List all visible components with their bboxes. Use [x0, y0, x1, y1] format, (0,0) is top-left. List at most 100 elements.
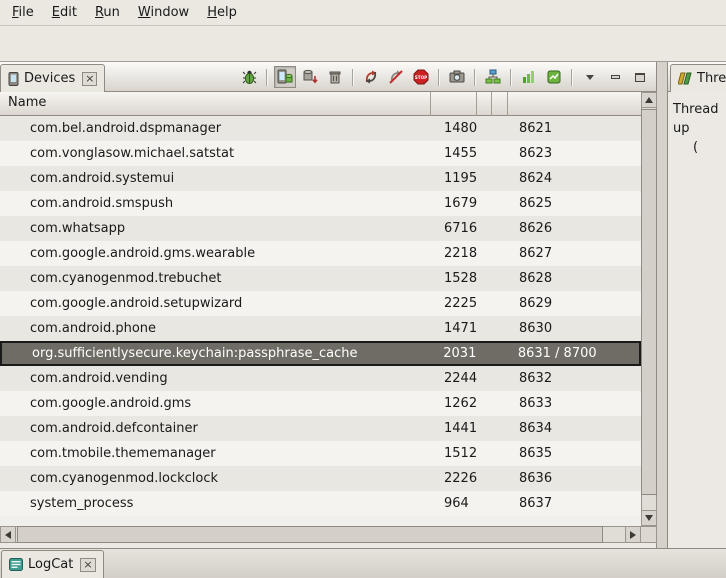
process-pid: 20311	[430, 346, 476, 361]
view-hierarchy-icon[interactable]	[482, 66, 504, 88]
process-name: com.cyanogenmod.lockclock	[0, 471, 431, 486]
tab-threads[interactable]: Threads	[670, 64, 726, 92]
process-port: 8629	[508, 296, 641, 311]
table-row[interactable]: com.cyanogenmod.lockclock222658636	[0, 466, 641, 491]
process-pid: 22185	[431, 246, 477, 261]
arrow-right-icon	[630, 531, 636, 539]
gc-icon[interactable]	[324, 66, 346, 88]
panel-sash[interactable]	[658, 62, 667, 548]
table-row[interactable]: com.whatsapp67168626	[0, 216, 641, 241]
tab-devices[interactable]: Devices ×	[0, 64, 105, 92]
horizontal-scrollbar[interactable]	[0, 526, 641, 543]
process-port: 8636	[508, 471, 641, 486]
capture-systrace-icon[interactable]	[543, 66, 565, 88]
scroll-left-button[interactable]	[0, 526, 16, 543]
process-port: 8625	[508, 196, 641, 211]
process-pid: 14553	[431, 146, 477, 161]
process-name: com.android.smspush	[0, 196, 431, 211]
devices-panel: Devices × STOP Name com.bel.android.dspm…	[0, 62, 657, 548]
threads-panel: Threads Thread up (	[667, 62, 726, 548]
table-row[interactable]: com.cyanogenmod.trebuchet15288628	[0, 266, 641, 291]
process-name: com.android.phone	[0, 321, 431, 336]
menu-item-help[interactable]: Help	[198, 2, 246, 24]
screen-capture-icon[interactable]	[446, 66, 468, 88]
close-icon[interactable]: ×	[80, 558, 95, 572]
table-row[interactable]: com.google.android.gms.wearable221858627	[0, 241, 641, 266]
scrollbar-corner	[641, 526, 657, 543]
toolbar-separator	[474, 69, 476, 86]
column-header-port[interactable]	[508, 92, 641, 116]
update-threads-icon[interactable]	[360, 66, 382, 88]
table-row[interactable]: com.google.android.gms126238633	[0, 391, 641, 416]
stop-thread-updates-icon[interactable]	[385, 66, 407, 88]
process-port: 8621	[508, 121, 641, 136]
scroll-down-button[interactable]	[641, 510, 657, 526]
start-method-profiling-icon[interactable]	[518, 66, 540, 88]
process-name: com.android.systemui	[0, 171, 431, 186]
process-pid: 1679	[431, 196, 477, 211]
debug-icon[interactable]	[238, 66, 260, 88]
toolbar-separator	[571, 69, 573, 86]
tab-logcat-label: LogCat	[28, 557, 73, 572]
process-port: 8637	[508, 496, 641, 511]
column-header-name[interactable]: Name	[0, 92, 431, 116]
process-name: com.google.android.gms	[0, 396, 431, 411]
table-row[interactable]: com.android.defcontainer144118634	[0, 416, 641, 441]
tab-logcat[interactable]: LogCat ×	[1, 550, 104, 578]
table-header: Name	[0, 92, 641, 116]
vertical-scrollbar[interactable]	[641, 92, 657, 526]
process-pid: 1480	[431, 121, 477, 136]
table-row[interactable]: com.vonglasow.michael.satstat145538623	[0, 141, 641, 166]
column-header-pid[interactable]	[431, 92, 477, 116]
view-menu-icon[interactable]	[579, 66, 601, 88]
vertical-scrollbar-thumb[interactable]	[641, 109, 657, 495]
table-row[interactable]: com.google.android.setupwizard222508629	[0, 291, 641, 316]
process-name: com.android.defcontainer	[0, 421, 431, 436]
menu-item-window[interactable]: Window	[129, 2, 198, 24]
table-row[interactable]: com.android.phone14718630	[0, 316, 641, 341]
scroll-up-button[interactable]	[641, 92, 657, 108]
maximize-icon[interactable]	[629, 66, 651, 88]
table-row[interactable]: com.bel.android.dspmanager1480 8621	[0, 116, 641, 141]
process-port: 8634	[508, 421, 641, 436]
table-row[interactable]: system_process9648637	[0, 491, 641, 516]
process-name: system_process	[0, 496, 431, 511]
process-name: com.bel.android.dspmanager	[0, 121, 431, 136]
table-row[interactable]: com.android.vending224408632	[0, 366, 641, 391]
logcat-icon	[9, 558, 23, 571]
column-header-gap	[492, 92, 508, 116]
process-pid: 1512	[431, 446, 477, 461]
process-port: 8635	[508, 446, 641, 461]
svg-text:STOP: STOP	[415, 75, 428, 80]
stop-process-icon[interactable]: STOP	[410, 66, 432, 88]
horizontal-scrollbar-thumb[interactable]	[17, 526, 603, 543]
process-pid: 22440	[431, 371, 477, 386]
threads-message-line1: Thread up	[673, 100, 726, 138]
scroll-right-button[interactable]	[625, 526, 641, 543]
process-port: 8623	[508, 146, 641, 161]
process-pid: 12623	[431, 396, 477, 411]
toolbar-separator	[510, 69, 512, 86]
close-icon[interactable]: ×	[82, 72, 97, 86]
toolbar-separator	[352, 69, 354, 86]
menu-item-run[interactable]: Run	[86, 2, 129, 24]
device-icon	[8, 72, 19, 86]
tab-threads-label: Threads	[697, 71, 726, 86]
process-name: com.google.android.gms.wearable	[0, 246, 431, 261]
table-row[interactable]: org.sufficientlysecure.keychain:passphra…	[0, 341, 641, 366]
process-port: 8630	[508, 321, 641, 336]
minimize-icon[interactable]	[604, 66, 626, 88]
process-pid: 1195	[431, 171, 477, 186]
menu-item-file[interactable]: File	[3, 2, 43, 24]
process-port: 8626	[508, 221, 641, 236]
process-name: com.tmobile.thememanager	[0, 446, 431, 461]
table-row[interactable]: com.tmobile.thememanager1512 8635	[0, 441, 641, 466]
table-row[interactable]: com.android.smspush1679 8625	[0, 191, 641, 216]
update-heap-icon[interactable]	[274, 66, 296, 88]
tab-devices-label: Devices	[24, 71, 75, 86]
menu-item-edit[interactable]: Edit	[43, 2, 86, 24]
table-row[interactable]: com.android.systemui11958624	[0, 166, 641, 191]
dump-hprof-icon[interactable]	[299, 66, 321, 88]
process-name: org.sufficientlysecure.keychain:passphra…	[2, 346, 430, 361]
threads-icon	[678, 72, 692, 85]
